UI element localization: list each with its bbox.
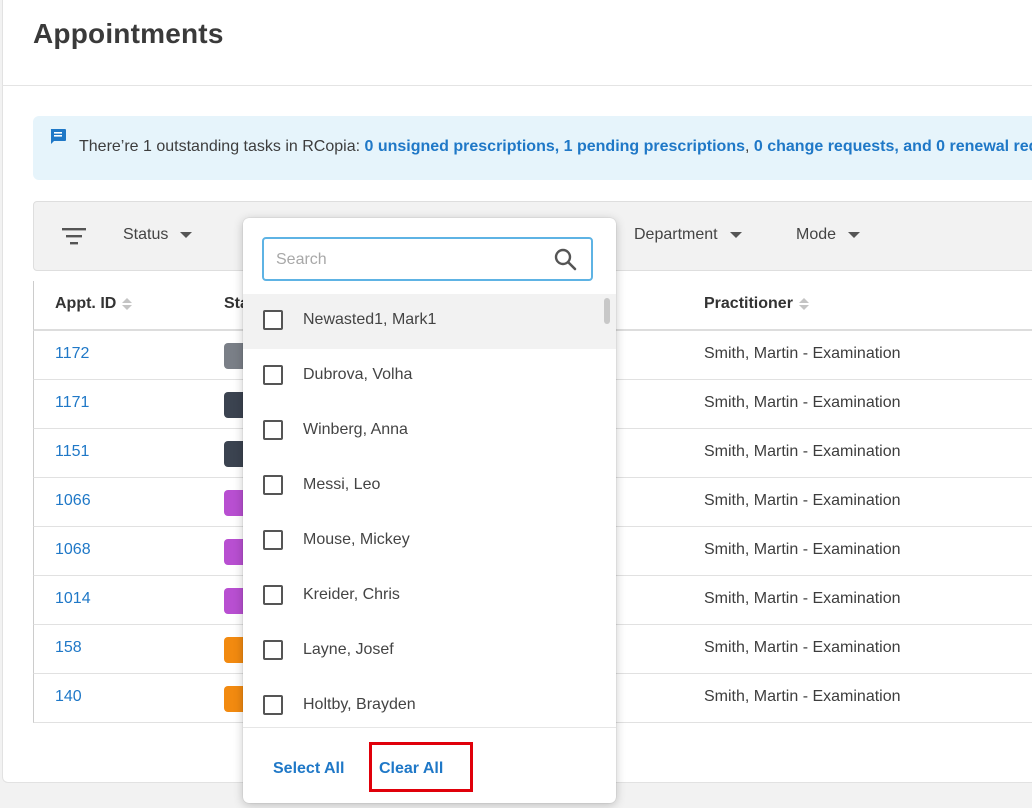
option-label: Holtby, Brayden [303,696,416,713]
checkbox[interactable] [263,695,283,715]
sort-icon [798,297,809,310]
header-divider [2,85,1032,86]
checkbox[interactable] [263,420,283,440]
filter-icon[interactable] [62,226,86,246]
status-filter-dropdown[interactable]: Status [123,226,193,244]
scrollbar-thumb[interactable] [604,298,610,324]
search-icon[interactable] [553,247,577,271]
sort-icon [122,297,133,310]
checkbox[interactable] [263,365,283,385]
checkbox[interactable] [263,530,283,550]
chevron-down-icon [180,231,193,238]
dropdown-footer: Select All Clear All [243,727,616,803]
appt-id-link[interactable]: 1172 [55,345,89,363]
option-label: Mouse, Mickey [303,531,410,548]
appt-id-link[interactable]: 140 [55,688,82,706]
checkbox[interactable] [263,310,283,330]
option-item[interactable]: Messi, Leo [243,459,616,514]
option-label: Messi, Leo [303,476,381,493]
option-label: Dubrova, Volha [303,366,413,383]
appt-id-link[interactable]: 158 [55,639,82,657]
banner-prefix: There’re 1 outstanding tasks in RCopia: [79,138,365,155]
appt-id-link[interactable]: 1014 [55,590,91,608]
department-filter-label: Department [634,226,718,243]
practitioner-cell: Smith, Martin - Examination [704,688,901,705]
chevron-down-icon [729,231,742,238]
page-title: Appointments [33,18,224,49]
option-item[interactable]: Mouse, Mickey [243,514,616,569]
appt-id-link[interactable]: 1066 [55,492,91,510]
clear-all-button[interactable]: Clear All [379,760,443,778]
appt-id-header-label: Appt. ID [55,295,117,312]
option-item[interactable]: Layne, Josef [243,624,616,679]
appt-id-link[interactable]: 1151 [55,443,89,461]
search-field [262,237,593,281]
option-item[interactable]: Dubrova, Volha [243,349,616,404]
practitioner-cell: Smith, Martin - Examination [704,345,901,362]
rcopia-banner: There’re 1 outstanding tasks in RCopia: … [33,116,1032,180]
change-requests-link[interactable]: 0 change requests, and 0 renewal request… [754,138,1032,155]
option-item[interactable]: Holtby, Brayden [243,679,616,718]
appt-id-column-header[interactable]: Appt. ID [55,295,133,313]
mode-filter-dropdown[interactable]: Mode [796,226,861,244]
appt-id-link[interactable]: 1171 [55,394,89,412]
option-item[interactable]: Newasted1, Mark1 [243,294,616,349]
appt-id-link[interactable]: 1068 [55,541,91,559]
practitioner-cell: Smith, Martin - Examination [704,443,901,460]
checkbox[interactable] [263,585,283,605]
option-label: Newasted1, Mark1 [303,311,437,328]
practitioner-cell: Smith, Martin - Examination [704,394,901,411]
practitioner-header-label: Practitioner [704,295,793,312]
pending-prescriptions-link[interactable]: 0 unsigned prescriptions, 1 pending pres… [364,138,745,155]
option-label: Kreider, Chris [303,586,400,603]
practitioner-cell: Smith, Martin - Examination [704,492,901,509]
message-icon [50,129,66,144]
banner-separator: , [745,138,754,155]
practitioner-cell: Smith, Martin - Examination [704,639,901,656]
chevron-down-icon [848,231,861,238]
checkbox[interactable] [263,640,283,660]
practitioner-cell: Smith, Martin - Examination [704,541,901,558]
search-input[interactable] [274,247,548,273]
practitioner-cell: Smith, Martin - Examination [704,590,901,607]
practitioner-filter-dropdown: Newasted1, Mark1 Dubrova, Volha Winberg, A… [243,218,616,803]
option-list[interactable]: Newasted1, Mark1 Dubrova, Volha Winberg, A… [243,294,616,718]
option-label: Layne, Josef [303,641,394,658]
status-filter-label: Status [123,226,169,243]
practitioner-column-header[interactable]: Practitioner [704,295,809,313]
option-label: Winberg, Anna [303,421,408,438]
mode-filter-label: Mode [796,226,837,243]
banner-text: There’re 1 outstanding tasks in RCopia: … [79,138,1032,156]
checkbox[interactable] [263,475,283,495]
option-item[interactable]: Winberg, Anna [243,404,616,459]
department-filter-dropdown[interactable]: Department [634,226,742,244]
select-all-button[interactable]: Select All [273,760,344,778]
option-item[interactable]: Kreider, Chris [243,569,616,624]
